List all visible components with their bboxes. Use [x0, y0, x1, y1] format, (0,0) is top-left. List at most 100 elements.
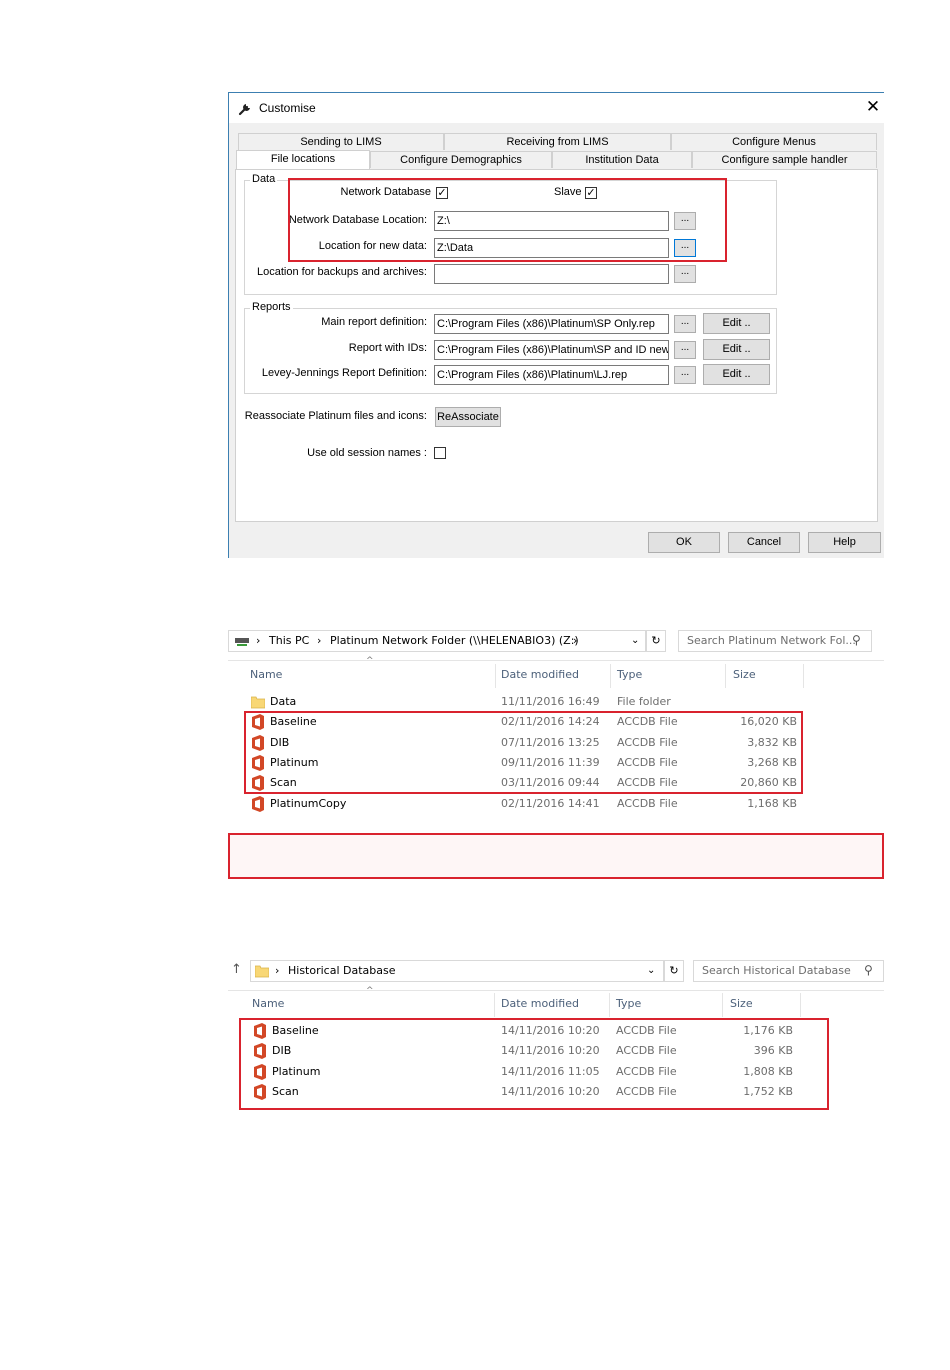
file-size: 20,860 KB [740, 776, 797, 790]
access-file-icon [254, 1083, 266, 1100]
file-row[interactable]: DIB 14/11/2016 10:20 ACCDB File 396 KB [228, 1041, 884, 1061]
column-separator [495, 664, 496, 688]
close-icon[interactable]: ✕ [863, 97, 883, 117]
browse-button[interactable]: ... [674, 212, 696, 230]
browse-button[interactable]: ... [674, 265, 696, 283]
file-type: ACCDB File [616, 1044, 677, 1058]
column-header-date[interactable]: Date modified [501, 668, 579, 681]
column-separator [725, 664, 726, 688]
access-file-icon [252, 714, 264, 731]
file-name: Platinum [272, 1064, 321, 1078]
cancel-button[interactable]: Cancel [728, 532, 800, 553]
column-header-name[interactable]: Name [250, 668, 282, 681]
folder-icon [255, 965, 269, 978]
help-button[interactable]: Help [808, 532, 881, 553]
refresh-icon[interactable]: ↻ [664, 960, 684, 982]
file-name: Baseline [270, 715, 317, 729]
explorer-historical-database: ↑ › Historical Database ⌄ ↻ Search Histo… [228, 958, 884, 1118]
column-header-date[interactable]: Date modified [501, 997, 579, 1010]
tab-configure-sample-handler[interactable]: Configure sample handler [692, 151, 877, 168]
network-location-field[interactable]: Z:\ [434, 211, 669, 231]
reports-group-label: Reports [250, 301, 293, 313]
column-header-type[interactable]: Type [616, 997, 641, 1010]
old-session-checkbox[interactable] [434, 447, 446, 459]
file-row[interactable]: Data 11/11/2016 16:49 File folder [228, 692, 884, 712]
search-icon: ⚲ [852, 633, 861, 647]
access-file-icon [254, 1063, 266, 1080]
chevron-down-icon[interactable]: ⌄ [647, 961, 655, 981]
customise-dialog: Customise ✕ Sending to LIMS Receiving fr… [228, 92, 885, 558]
address-bar[interactable]: › Historical Database ⌄ [250, 960, 664, 982]
breadcrumb-network-folder[interactable]: Platinum Network Folder (\\HELENABIO3) (… [330, 631, 579, 651]
breadcrumb-this-pc[interactable]: This PC [269, 631, 309, 651]
reassociate-button[interactable]: ReAssociate [435, 407, 501, 427]
backups-field[interactable] [434, 264, 669, 284]
report-ids-field[interactable]: C:\Program Files (x86)\Platinum\SP and I… [434, 340, 669, 360]
column-header-type[interactable]: Type [617, 668, 642, 681]
chevron-right-icon: › [573, 634, 578, 647]
file-size: 1,176 KB [743, 1024, 793, 1037]
file-date: 02/11/2016 14:24 [501, 715, 600, 729]
tab-configure-demographics[interactable]: Configure Demographics [370, 151, 552, 168]
access-file-icon [252, 734, 264, 751]
lj-report-field[interactable]: C:\Program Files (x86)\Platinum\LJ.rep [434, 365, 669, 385]
file-row[interactable]: Platinum 09/11/2016 11:39 ACCDB File 3,268 … [228, 753, 884, 773]
address-bar[interactable]: › This PC › Platinum Network Folder (\\H… [228, 630, 646, 652]
file-date: 09/11/2016 11:39 [501, 755, 600, 769]
file-date: 14/11/2016 10:20 [501, 1044, 600, 1058]
breadcrumb-historical-database[interactable]: Historical Database [288, 961, 396, 981]
browse-button[interactable]: ... [674, 341, 696, 359]
access-file-icon [254, 1023, 266, 1039]
file-size: 3,832 KB [747, 735, 797, 749]
file-row[interactable]: Scan 03/11/2016 09:44 ACCDB File 20,860 KB [228, 773, 884, 793]
tab-receiving-from-lims[interactable]: Receiving from LIMS [444, 133, 671, 150]
tab-institution-data[interactable]: Institution Data [552, 151, 692, 168]
file-row[interactable]: PlatinumCopy 02/11/2016 14:41 ACCDB File 1,… [228, 794, 884, 814]
search-input[interactable]: Search Historical Database [693, 960, 884, 982]
file-type: ACCDB File [617, 755, 678, 769]
folder-icon [251, 696, 265, 709]
ok-button[interactable]: OK [648, 532, 720, 553]
file-row[interactable]: Scan 14/11/2016 10:20 ACCDB File 1,752 KB [228, 1082, 884, 1102]
file-row[interactable]: DIB 07/11/2016 13:25 ACCDB File 3,832 KB [228, 733, 884, 753]
file-size: 16,020 KB [740, 715, 797, 729]
data-group-label: Data [250, 173, 278, 185]
edit-button[interactable]: Edit .. [703, 364, 770, 385]
file-row[interactable]: Baseline 02/11/2016 14:24 ACCDB File 16,020… [228, 712, 884, 732]
chevron-down-icon[interactable]: ⌄ [631, 631, 639, 651]
new-data-field[interactable]: Z:\Data [434, 238, 669, 258]
tab-configure-menus[interactable]: Configure Menus [671, 133, 877, 150]
tab-label: Configure sample handler [721, 154, 848, 166]
edit-button[interactable]: Edit .. [703, 313, 770, 334]
file-size: 1,808 KB [743, 1064, 793, 1078]
column-header-name[interactable]: Name [252, 997, 284, 1010]
highlight-box-empty [228, 833, 884, 879]
sort-ascending-icon: ^ [366, 656, 374, 666]
file-row[interactable]: Platinum 14/11/2016 11:05 ACCDB File 1,808 … [228, 1062, 884, 1082]
chevron-right-icon: › [256, 634, 261, 647]
edit-button[interactable]: Edit .. [703, 339, 770, 360]
column-header-size[interactable]: Size [730, 997, 753, 1010]
up-arrow-icon[interactable]: ↑ [231, 962, 242, 977]
lj-report-label: Levey-Jennings Report Definition: [261, 367, 427, 379]
file-row[interactable]: Baseline 14/11/2016 10:20 ACCDB File 1,176 … [228, 1021, 884, 1041]
tab-file-locations[interactable]: File locations [236, 150, 370, 170]
backups-label: Location for backups and archives: [257, 266, 427, 278]
column-header-size[interactable]: Size [733, 668, 756, 681]
file-size: 396 KB [753, 1044, 793, 1058]
file-name: DIB [270, 735, 290, 749]
file-date: 07/11/2016 13:25 [501, 735, 600, 749]
tab-label: Receiving from LIMS [506, 136, 609, 148]
search-input[interactable]: Search Platinum Network Fol... [678, 630, 872, 652]
tab-sending-to-lims[interactable]: Sending to LIMS [238, 133, 444, 150]
access-file-icon [254, 1043, 266, 1060]
browse-button[interactable]: ... [674, 315, 696, 333]
file-name: Scan [270, 776, 297, 790]
network-database-checkbox[interactable]: ✓ [436, 187, 448, 199]
browse-button[interactable]: ... [674, 366, 696, 384]
browse-button[interactable]: ... [674, 239, 696, 257]
main-report-field[interactable]: C:\Program Files (x86)\Platinum\SP Only.… [434, 314, 669, 334]
tab-label: File locations [270, 153, 336, 165]
slave-checkbox[interactable]: ✓ [585, 187, 597, 199]
refresh-icon[interactable]: ↻ [646, 630, 666, 652]
